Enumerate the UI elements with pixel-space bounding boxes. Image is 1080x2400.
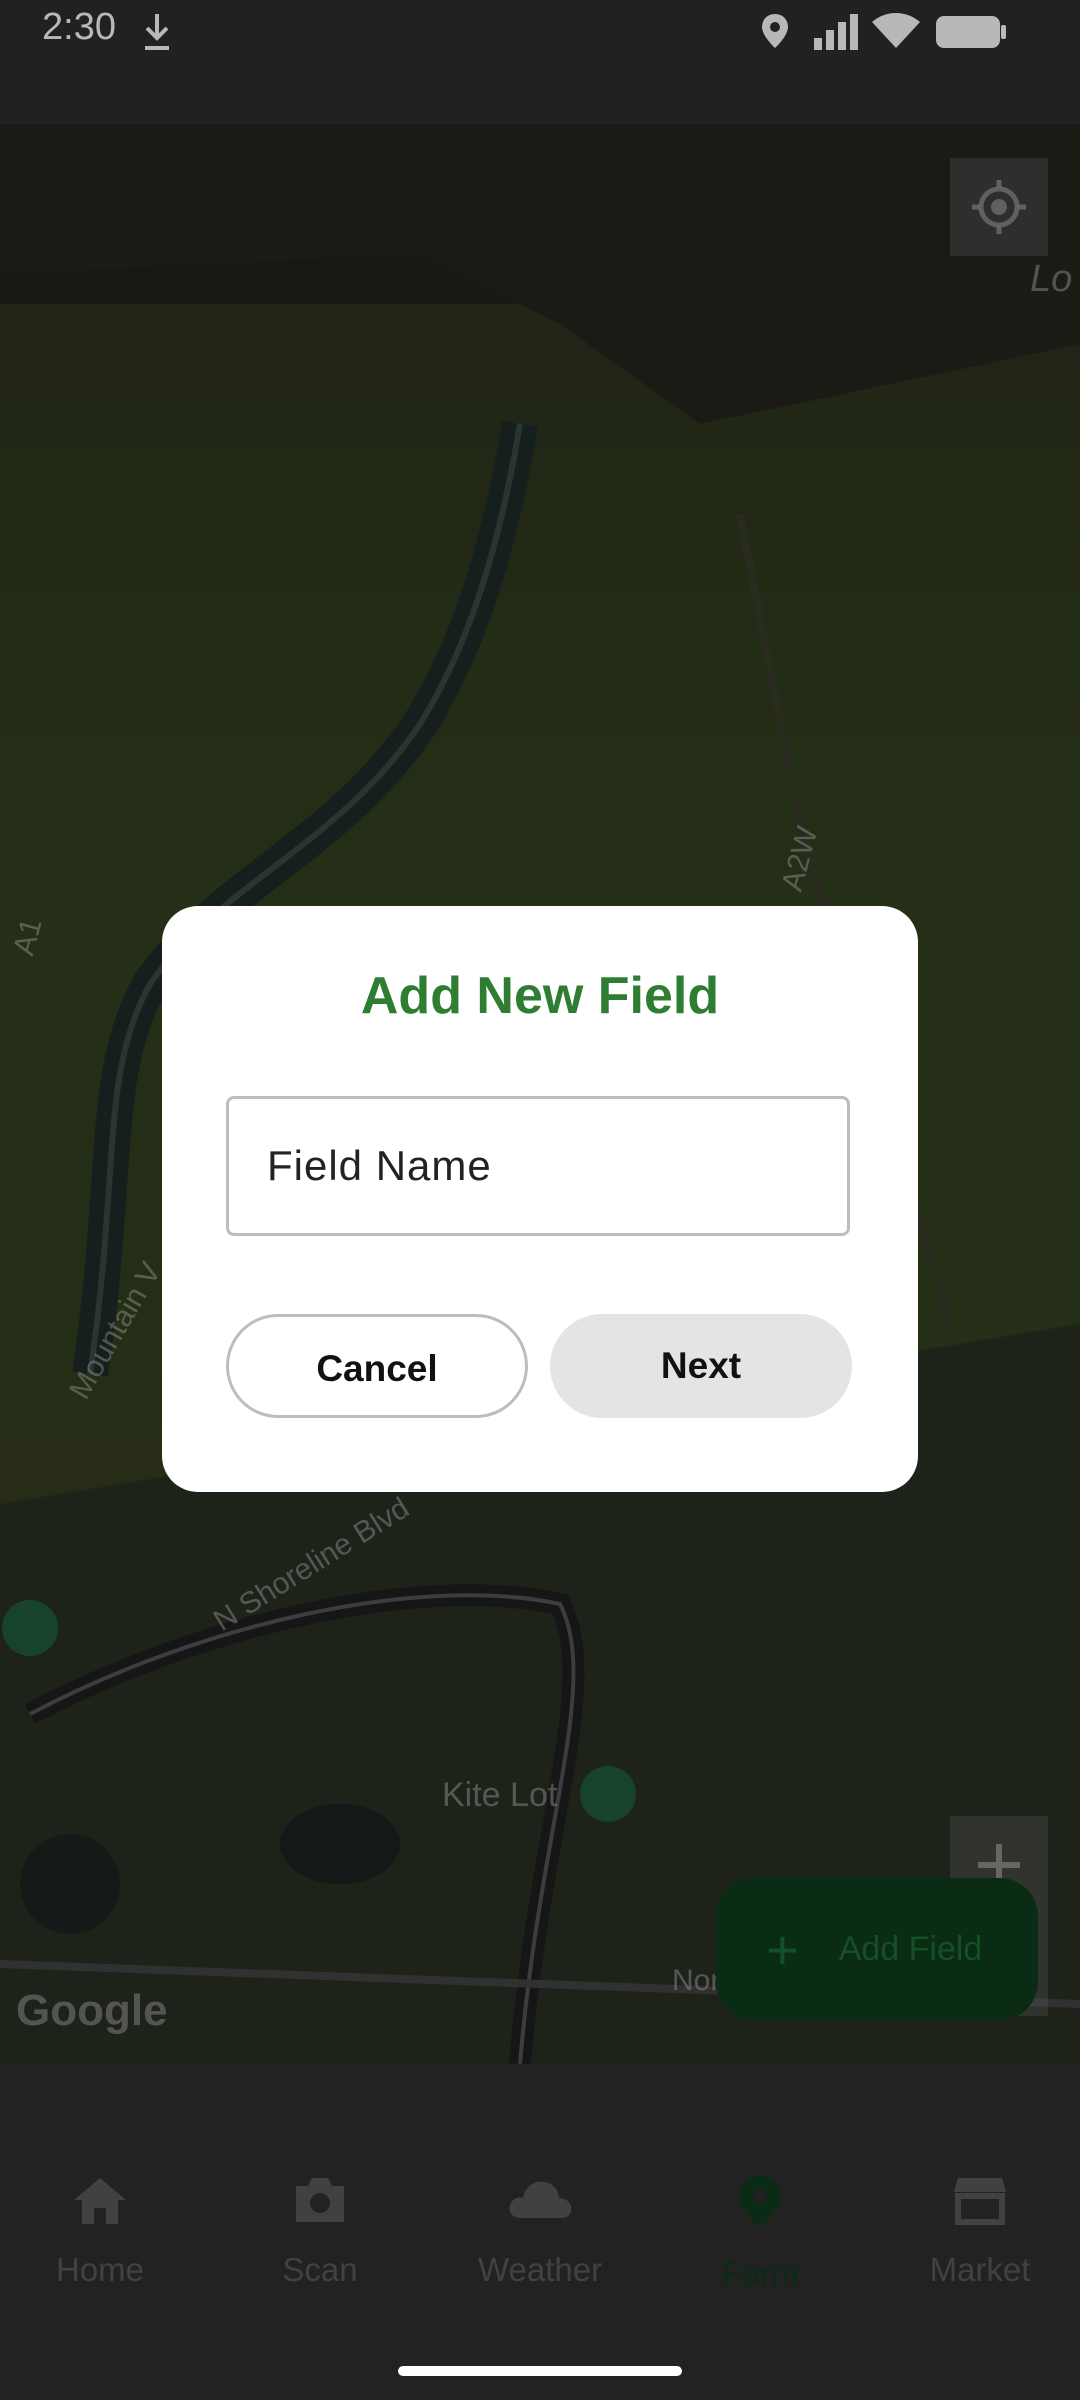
next-button[interactable]: Next: [550, 1314, 852, 1418]
home-indicator[interactable]: [398, 2366, 682, 2376]
add-field-dialog: Add New Field Field Name Cancel Next: [162, 906, 918, 1492]
dialog-title: Add New Field: [360, 967, 720, 1025]
cancel-button[interactable]: Cancel: [226, 1314, 528, 1418]
field-name-input[interactable]: Field Name: [226, 1096, 850, 1236]
